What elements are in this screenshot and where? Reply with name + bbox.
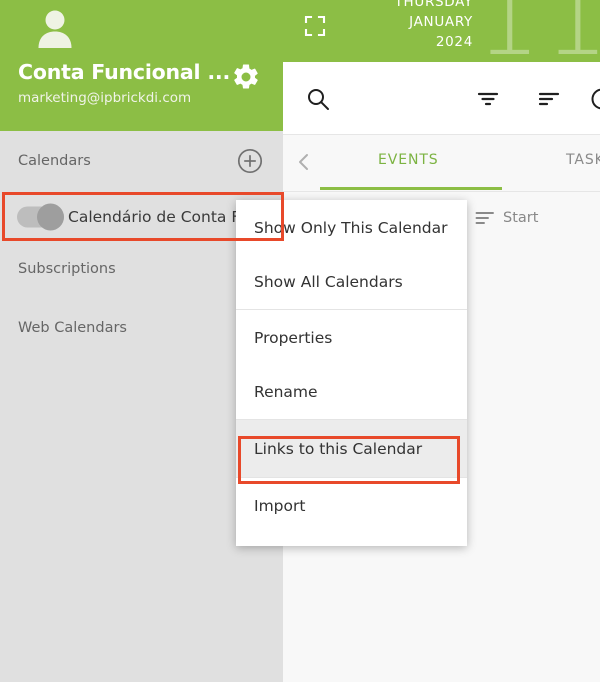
- menu-item-label: Show Only This Calendar: [254, 218, 448, 237]
- section-label-web-calendars: Web Calendars: [18, 320, 127, 336]
- menu-item-show-all-calendars[interactable]: Show All Calendars: [236, 255, 467, 310]
- fullscreen-icon[interactable]: [303, 14, 327, 38]
- toggle-switch-icon[interactable]: [17, 203, 64, 231]
- date-day-number: 11: [475, 0, 600, 62]
- gear-icon[interactable]: [231, 62, 261, 92]
- date-text-stack: THURSDAY JANUARY 2024: [358, 0, 473, 52]
- section-label-subscriptions: Subscriptions: [18, 261, 116, 277]
- person-icon: [32, 6, 78, 52]
- menu-item-label: Links to this Calendar: [254, 439, 423, 458]
- sort-rows-icon[interactable]: [475, 210, 495, 226]
- calendar-context-menu: Show Only This Calendar Show All Calenda…: [236, 200, 467, 546]
- date-header: THURSDAY JANUARY 2024 11: [283, 0, 600, 62]
- date-month: JANUARY: [409, 14, 473, 30]
- plus-circle-icon[interactable]: [237, 148, 263, 174]
- sort-icon[interactable]: [536, 86, 562, 112]
- section-calendars[interactable]: Calendars: [0, 135, 283, 187]
- chevron-left-icon[interactable]: [293, 151, 315, 173]
- date-year: 2024: [435, 34, 473, 50]
- filter-icon[interactable]: [475, 86, 501, 112]
- list-sort-label: Start: [503, 210, 539, 226]
- calendar-app-window: Conta Funcional ... marketing@ipbrickdi.…: [0, 0, 600, 682]
- toggle-knob: [37, 203, 64, 231]
- section-label-calendars: Calendars: [18, 153, 91, 169]
- more-options-icon[interactable]: [589, 86, 600, 112]
- search-icon[interactable]: [305, 86, 331, 112]
- menu-item-label: Rename: [254, 383, 318, 401]
- menu-item-import[interactable]: Import: [236, 478, 467, 533]
- menu-item-show-only-this-calendar[interactable]: Show Only This Calendar: [236, 200, 467, 255]
- menu-item-label: Properties: [254, 328, 333, 347]
- tab-tasks[interactable]: TASKS: [566, 152, 600, 168]
- menu-item-properties[interactable]: Properties: [236, 310, 467, 365]
- date-weekday: THURSDAY: [394, 0, 473, 10]
- account-header: Conta Funcional ... marketing@ipbrickdi.…: [0, 0, 283, 131]
- account-name: Conta Funcional ...: [18, 60, 231, 84]
- tab-bar: EVENTS TASKS: [283, 135, 600, 192]
- toolbar: [283, 62, 600, 135]
- menu-item-label: Show All Calendars: [254, 273, 403, 291]
- account-email: marketing@ipbrickdi.com: [18, 90, 192, 106]
- menu-item-rename[interactable]: Rename: [236, 365, 467, 420]
- menu-item-label: Import: [254, 496, 306, 515]
- tab-events[interactable]: EVENTS: [378, 152, 439, 168]
- calendar-name-label: Calendário de Conta F...: [68, 208, 253, 226]
- menu-item-links-to-this-calendar[interactable]: Links to this Calendar: [236, 420, 467, 478]
- tab-active-indicator: [320, 187, 502, 190]
